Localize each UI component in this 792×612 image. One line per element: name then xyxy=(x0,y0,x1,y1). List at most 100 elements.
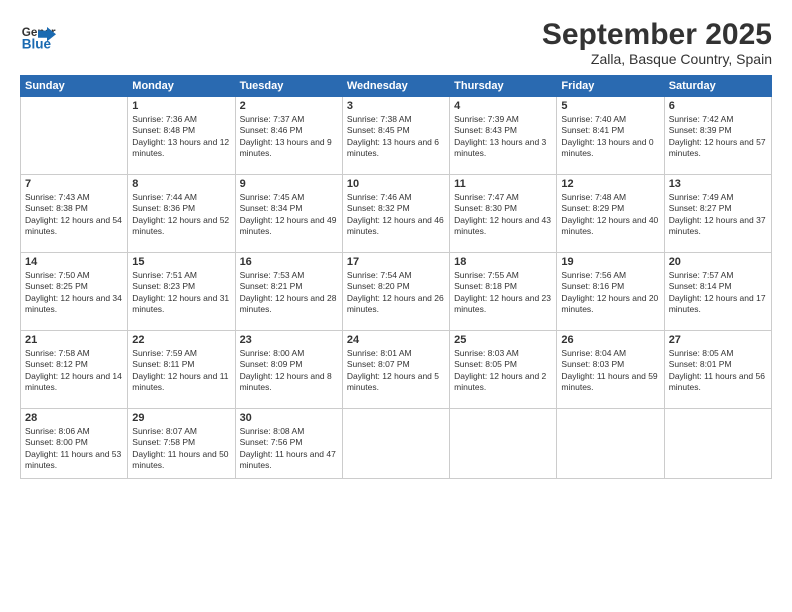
sunrise-text: Sunrise: 8:00 AM xyxy=(240,348,305,358)
cell-info: Sunrise: 7:47 AMSunset: 8:30 PMDaylight:… xyxy=(454,192,552,238)
cell-date: 5 xyxy=(561,100,659,112)
sunset-text: Sunset: 8:14 PM xyxy=(669,281,732,291)
table-row: 10Sunrise: 7:46 AMSunset: 8:32 PMDayligh… xyxy=(342,175,449,253)
daylight-text: Daylight: 13 hours and 3 minutes. xyxy=(454,137,546,158)
sunrise-text: Sunrise: 8:03 AM xyxy=(454,348,519,358)
sunrise-text: Sunrise: 7:36 AM xyxy=(132,114,197,124)
sunrise-text: Sunrise: 8:06 AM xyxy=(25,426,90,436)
sunset-text: Sunset: 8:41 PM xyxy=(561,125,624,135)
sunrise-text: Sunrise: 7:55 AM xyxy=(454,270,519,280)
sunrise-text: Sunrise: 7:59 AM xyxy=(132,348,197,358)
table-row xyxy=(342,409,449,479)
cell-content: 8 Sunrise: 7:44 AMSunset: 8:36 PMDaylight… xyxy=(132,178,230,238)
cell-date: 25 xyxy=(454,334,552,346)
table-row: 4Sunrise: 7:39 AMSunset: 8:43 PMDaylight… xyxy=(450,97,557,175)
daylight-text: Daylight: 11 hours and 50 minutes. xyxy=(132,449,228,470)
sunrise-text: Sunrise: 8:08 AM xyxy=(240,426,305,436)
cell-date: 20 xyxy=(669,256,767,268)
cell-date: 3 xyxy=(347,100,445,112)
sunrise-text: Sunrise: 7:58 AM xyxy=(25,348,90,358)
daylight-text: Daylight: 13 hours and 0 minutes. xyxy=(561,137,653,158)
page-header: General Blue September 2025 Zalla, Basqu… xyxy=(20,18,772,67)
cell-info: Sunrise: 7:48 AMSunset: 8:29 PMDaylight:… xyxy=(561,192,659,238)
cell-content: 18Sunrise: 7:55 AMSunset: 8:18 PMDayligh… xyxy=(454,256,552,316)
daylight-text: Daylight: 11 hours and 47 minutes. xyxy=(240,449,336,470)
table-row: 19Sunrise: 7:56 AMSunset: 8:16 PMDayligh… xyxy=(557,253,664,331)
sunrise-text: Sunrise: 8:07 AM xyxy=(132,426,197,436)
sunset-text: Sunset: 8:11 PM xyxy=(132,359,194,369)
sunset-text: Sunset: 7:58 PM xyxy=(132,437,195,447)
table-row: 22Sunrise: 7:59 AMSunset: 8:11 PMDayligh… xyxy=(128,331,235,409)
cell-date: 26 xyxy=(561,334,659,346)
table-row: 21Sunrise: 7:58 AMSunset: 8:12 PMDayligh… xyxy=(21,331,128,409)
sunrise-text: Sunrise: 7:43 AM xyxy=(25,192,90,202)
cell-info: Sunrise: 7:45 AMSunset: 8:34 PMDaylight:… xyxy=(240,192,338,238)
cell-date: 30 xyxy=(240,412,338,424)
table-row xyxy=(21,97,128,175)
cell-content: 12Sunrise: 7:48 AMSunset: 8:29 PMDayligh… xyxy=(561,178,659,238)
cell-content: 29Sunrise: 8:07 AMSunset: 7:58 PMDayligh… xyxy=(132,412,230,472)
table-row: 26Sunrise: 8:04 AMSunset: 8:03 PMDayligh… xyxy=(557,331,664,409)
sunset-text: Sunset: 8:32 PM xyxy=(347,203,410,213)
cell-content: 3Sunrise: 7:38 AMSunset: 8:45 PMDaylight… xyxy=(347,100,445,160)
cell-content: 16 Sunrise: 7:53 AMSunset: 8:21 PMDayligh… xyxy=(240,256,338,316)
cell-content: 23Sunrise: 8:00 AMSunset: 8:09 PMDayligh… xyxy=(240,334,338,394)
logo-icon: General Blue xyxy=(20,18,56,54)
cell-info: Sunrise: 7:51 AMSunset: 8:23 PMDaylight:… xyxy=(132,270,230,316)
cell-content: 30 Sunrise: 8:08 AMSunset: 7:56 PM Dayligh… xyxy=(240,412,338,472)
table-row: 29Sunrise: 8:07 AMSunset: 7:58 PMDayligh… xyxy=(128,409,235,479)
cell-date: 8 xyxy=(132,178,230,190)
cell-content: 2Sunrise: 7:37 AMSunset: 8:46 PMDaylight… xyxy=(240,100,338,160)
sunset-text: Sunset: 8:16 PM xyxy=(561,281,624,291)
cell-info: Sunrise: 8:08 AMSunset: 7:56 PM Daylight:… xyxy=(240,426,338,472)
sunrise-text: Sunrise: 7:47 AM xyxy=(454,192,519,202)
header-saturday: Saturday xyxy=(664,76,771,97)
daylight-text: Daylight: 12 hours and 43 minutes. xyxy=(454,215,551,236)
sunset-text: Sunset: 8:12 PM xyxy=(25,359,88,369)
sunset-text: Sunset: 8:18 PM xyxy=(454,281,517,291)
cell-date: 1 xyxy=(132,100,230,112)
sunrise-text: Sunrise: 7:40 AM xyxy=(561,114,626,124)
sunset-text: Sunset: 8:21 PM xyxy=(240,281,303,291)
cell-info: Sunrise: 7:49 AMSunset: 8:27 PMDaylight:… xyxy=(669,192,767,238)
sunset-text: Sunset: 8:34 PM xyxy=(240,203,303,213)
sunrise-text: Sunrise: 7:38 AM xyxy=(347,114,412,124)
table-row: 30 Sunrise: 8:08 AMSunset: 7:56 PM Dayligh… xyxy=(235,409,342,479)
table-row: 12Sunrise: 7:48 AMSunset: 8:29 PMDayligh… xyxy=(557,175,664,253)
cell-info: Sunrise: 8:00 AMSunset: 8:09 PMDaylight:… xyxy=(240,348,338,394)
cell-content: 17Sunrise: 7:54 AMSunset: 8:20 PMDayligh… xyxy=(347,256,445,316)
daylight-text: Daylight: 12 hours and 40 minutes. xyxy=(561,215,658,236)
cell-info: Sunrise: 8:05 AMSunset: 8:01 PMDaylight:… xyxy=(669,348,767,394)
calendar-subtitle: Zalla, Basque Country, Spain xyxy=(542,51,772,67)
cell-content: 5 Sunrise: 7:40 AMSunset: 8:41 PM Daylight… xyxy=(561,100,659,160)
table-row xyxy=(664,409,771,479)
table-row: 1Sunrise: 7:36 AMSunset: 8:48 PMDaylight… xyxy=(128,97,235,175)
calendar-page: General Blue September 2025 Zalla, Basqu… xyxy=(0,0,792,612)
sunrise-text: Sunrise: 7:37 AM xyxy=(240,114,305,124)
sunset-text: Sunset: 7:56 PM xyxy=(240,437,303,447)
calendar-week-row: 1Sunrise: 7:36 AMSunset: 8:48 PMDaylight… xyxy=(21,97,772,175)
sunset-text: Sunset: 8:20 PM xyxy=(347,281,410,291)
cell-info: Sunrise: 7:59 AMSunset: 8:11 PMDaylight:… xyxy=(132,348,230,394)
daylight-text: Daylight: 13 hours and 9 minutes. xyxy=(240,137,332,158)
table-row: 8 Sunrise: 7:44 AMSunset: 8:36 PMDaylight… xyxy=(128,175,235,253)
calendar-table: Sunday Monday Tuesday Wednesday Thursday… xyxy=(20,75,772,479)
cell-content: 9Sunrise: 7:45 AMSunset: 8:34 PMDaylight… xyxy=(240,178,338,238)
cell-content: 14Sunrise: 7:50 AMSunset: 8:25 PMDayligh… xyxy=(25,256,123,316)
cell-content: 21Sunrise: 7:58 AMSunset: 8:12 PMDayligh… xyxy=(25,334,123,394)
calendar-week-row: 7Sunrise: 7:43 AMSunset: 8:38 PMDaylight… xyxy=(21,175,772,253)
cell-info: Sunrise: 7:53 AMSunset: 8:21 PMDaylight:… xyxy=(240,270,338,316)
daylight-text: Daylight: 12 hours and 54 minutes. xyxy=(25,215,122,236)
table-row: 2Sunrise: 7:37 AMSunset: 8:46 PMDaylight… xyxy=(235,97,342,175)
cell-content: 1Sunrise: 7:36 AMSunset: 8:48 PMDaylight… xyxy=(132,100,230,160)
daylight-text: Daylight: 12 hours and 52 minutes. xyxy=(132,215,229,236)
sunrise-text: Sunrise: 7:39 AM xyxy=(454,114,519,124)
calendar-week-row: 14Sunrise: 7:50 AMSunset: 8:25 PMDayligh… xyxy=(21,253,772,331)
sunset-text: Sunset: 8:07 PM xyxy=(347,359,410,369)
cell-info: Sunrise: 7:44 AMSunset: 8:36 PMDaylight:… xyxy=(132,192,230,238)
sunset-text: Sunset: 8:39 PM xyxy=(669,125,732,135)
header-monday: Monday xyxy=(128,76,235,97)
sunrise-text: Sunrise: 7:57 AM xyxy=(669,270,734,280)
table-row: 13Sunrise: 7:49 AMSunset: 8:27 PMDayligh… xyxy=(664,175,771,253)
cell-date: 16 xyxy=(240,256,338,268)
